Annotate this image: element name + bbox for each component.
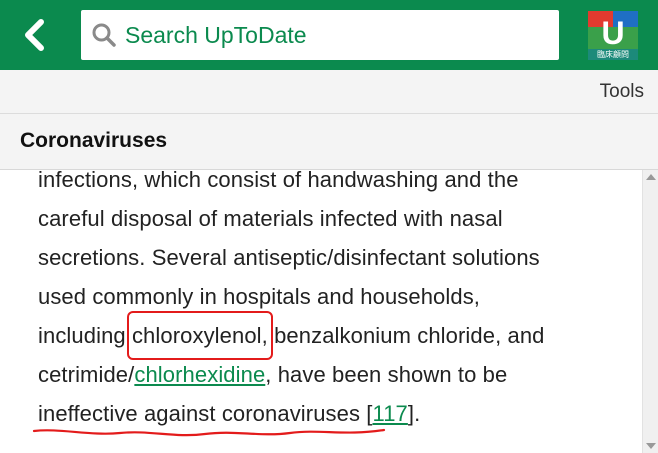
scroll-up-arrow-icon[interactable] bbox=[646, 174, 656, 180]
app-header: U 臨床顧問 bbox=[0, 0, 658, 70]
text-line: infections, which consist of handwashing… bbox=[38, 167, 519, 192]
toolbar: Tools bbox=[0, 70, 658, 114]
chlorhexidine-link[interactable]: chlorhexidine bbox=[134, 362, 265, 387]
text-line: secretions. Several antiseptic/disinfect… bbox=[38, 245, 540, 270]
text-segment: benzalkonium chloride, and bbox=[267, 323, 545, 348]
logo-letter: U bbox=[601, 15, 625, 51]
search-box[interactable] bbox=[81, 10, 559, 60]
uptodate-logo[interactable]: U 臨床顧問 bbox=[588, 11, 638, 60]
text-segment: , have been shown to be bbox=[265, 362, 508, 387]
article-paragraph: infections, which consist of handwashing… bbox=[38, 160, 628, 433]
text-line: cetrimide/chlorhexidine, have been shown… bbox=[38, 355, 628, 394]
vertical-scrollbar[interactable] bbox=[642, 170, 658, 453]
chevron-left-icon bbox=[25, 19, 44, 51]
search-input[interactable] bbox=[125, 10, 545, 60]
text-segment: ]. bbox=[407, 401, 421, 426]
scroll-down-arrow-icon[interactable] bbox=[646, 443, 656, 449]
text-line: ineffective against coronaviruses [117]. bbox=[38, 394, 628, 433]
search-icon bbox=[92, 23, 116, 47]
text-line: including chloroxylenol, benzalkonium ch… bbox=[38, 311, 628, 360]
reference-link-117[interactable]: 117 bbox=[373, 401, 408, 426]
highlighted-term-chloroxylenol: chloroxylenol, bbox=[126, 311, 273, 360]
text-line: used commonly in hospitals and household… bbox=[38, 284, 481, 309]
text-segment: ineffective against coronaviruses [ bbox=[38, 401, 373, 426]
text-segment: cetrimide/ bbox=[38, 362, 135, 387]
page-title: Coronaviruses bbox=[20, 129, 168, 152]
back-button[interactable] bbox=[14, 14, 54, 56]
tools-menu-button[interactable]: Tools bbox=[600, 81, 644, 103]
text-segment: including bbox=[38, 323, 132, 348]
text-line: careful disposal of materials infected w… bbox=[38, 206, 503, 231]
article-body: infections, which consist of handwashing… bbox=[38, 160, 628, 433]
logo-caption: 臨床顧問 bbox=[588, 49, 638, 60]
